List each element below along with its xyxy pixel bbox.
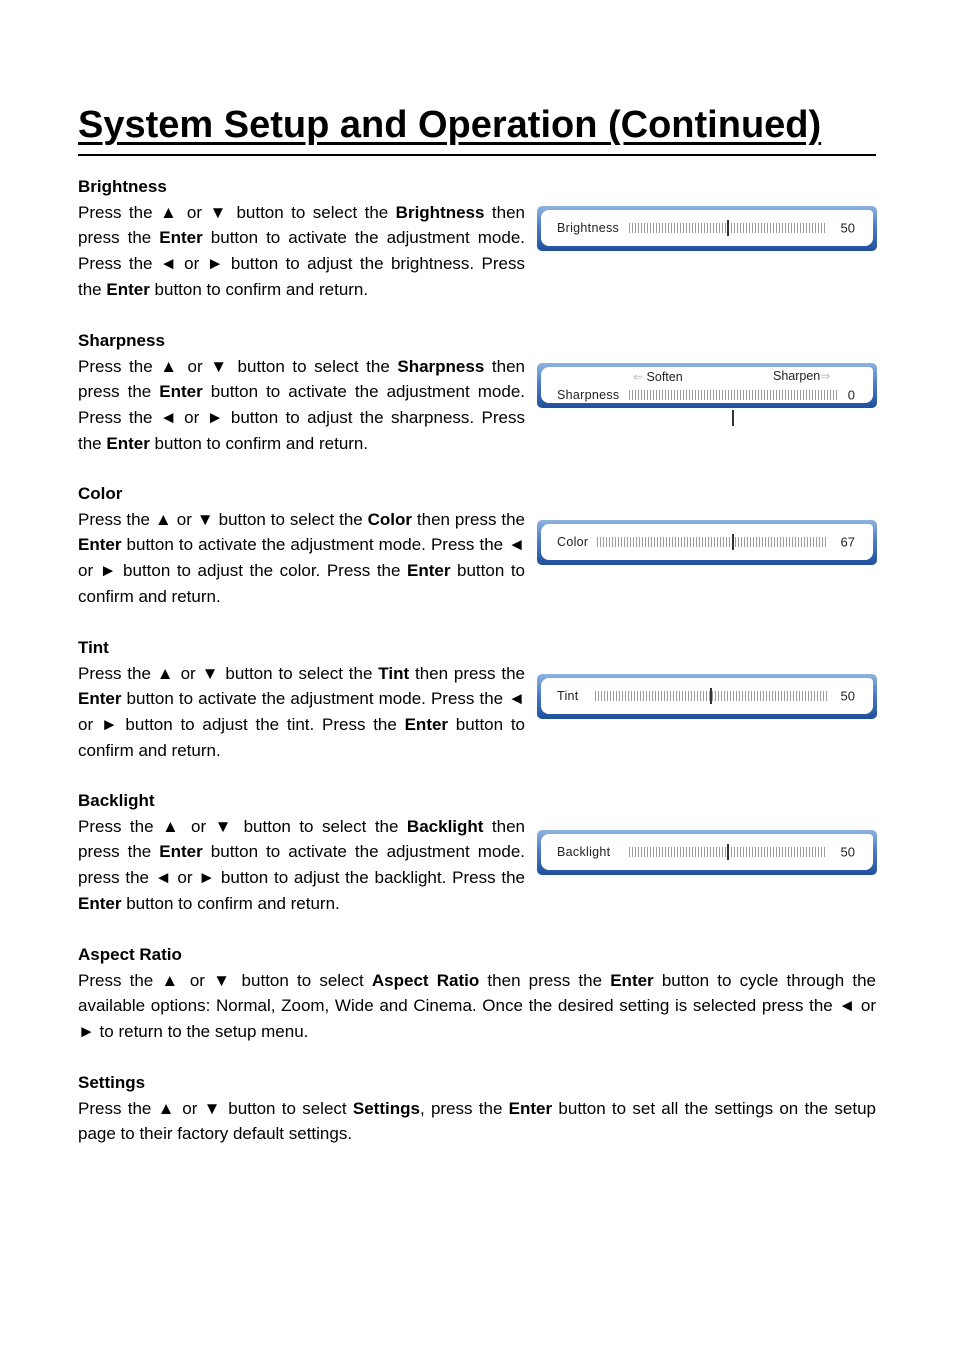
bold-term: Enter — [78, 535, 122, 555]
section-body: Press the ▲ or ▼ button to select the Co… — [78, 509, 525, 606]
slider-thumb[interactable] — [727, 220, 729, 236]
panel-label: Color — [557, 535, 589, 549]
soften-label: Soften — [646, 370, 683, 384]
backlight-osd-panel: Backlight 50 — [537, 830, 877, 875]
section-heading: Tint — [78, 638, 109, 657]
sharpness-osd-panel: ⇐ Soften Sharpen⇒ Sharpness 0 — [537, 363, 877, 426]
panel-inner: Color 67 — [541, 524, 873, 560]
panel-inner: Backlight 50 — [541, 834, 873, 870]
slider-thumb[interactable] — [727, 844, 729, 860]
bold-term: Enter — [106, 279, 150, 299]
slider-track[interactable] — [629, 844, 827, 860]
bold-term: Sharpness — [397, 356, 485, 376]
brightness-osd-panel: Brightness 50 — [537, 206, 877, 251]
section-body: Press the ▲ or ▼ button to select the Sh… — [78, 356, 526, 453]
section-brightness: Brightness Press the ▲ or ▼ button to se… — [78, 174, 525, 303]
bold-term: Enter — [159, 842, 203, 862]
section-heading: Sharpness — [78, 331, 165, 350]
bold-term: Enter — [78, 689, 122, 709]
bold-term: Enter — [106, 433, 150, 453]
bold-term: Aspect Ratio — [371, 970, 480, 990]
bold-term: Backlight — [406, 816, 484, 836]
bold-term: Brightness — [395, 202, 485, 222]
right-arrow-icon: ⇒ — [820, 369, 831, 383]
bold-term: Enter — [610, 970, 654, 990]
slider-thumb[interactable] — [731, 534, 734, 550]
section-body: Press the ▲ or ▼ button to select Settin… — [78, 1098, 876, 1144]
bold-term: Enter — [508, 1098, 553, 1118]
panel-label: Tint — [557, 689, 579, 703]
section-sharpness: Sharpness Press the ▲ or ▼ button to sel… — [78, 328, 525, 457]
bold-term: Enter — [407, 561, 451, 581]
panel-label: Backlight — [557, 845, 611, 859]
slider-thumb[interactable] — [710, 688, 712, 704]
bold-term: Color — [367, 509, 413, 529]
section-body: Press the ▲ or ▼ button to select Aspect… — [78, 970, 876, 1042]
bold-term: Enter — [159, 228, 203, 248]
panel-inner: Tint 50 — [541, 678, 873, 714]
panel-label: Sharpness — [557, 388, 620, 402]
section-heading: Aspect Ratio — [78, 945, 182, 964]
bold-term: Settings — [352, 1098, 420, 1118]
section-color: Color Press the ▲ or ▼ button to select … — [78, 481, 525, 610]
color-osd-panel: Color 67 — [537, 520, 877, 565]
section-aspect-ratio: Aspect Ratio Press the ▲ or ▼ button to … — [78, 942, 876, 1045]
panel-value: 67 — [840, 534, 855, 550]
section-heading: Color — [78, 484, 123, 503]
sharpen-hint: Sharpen⇒ — [773, 369, 830, 383]
section-backlight: Backlight Press the ▲ or ▼ button to sel… — [78, 788, 525, 917]
section-tint: Tint Press the ▲ or ▼ button to select t… — [78, 635, 525, 764]
tint-osd-panel: Tint 50 — [537, 674, 877, 719]
slider-track[interactable] — [629, 390, 837, 426]
bold-term: Enter — [404, 715, 449, 735]
slider-track[interactable] — [629, 220, 827, 236]
sharpen-label: Sharpen — [773, 369, 821, 383]
panel-inner: ⇐ Soften Sharpen⇒ Sharpness 0 — [541, 367, 873, 426]
section-body: Press the ▲ or ▼ button to select the Ba… — [78, 816, 526, 913]
section-heading: Backlight — [78, 791, 155, 810]
panel-label: Brightness — [557, 221, 620, 235]
slider-track[interactable] — [597, 534, 827, 550]
bold-term: Enter — [159, 382, 203, 402]
bold-term: Tint — [378, 663, 410, 683]
section-body: Press the ▲ or ▼ button to select the Br… — [78, 202, 526, 299]
section-body: Press the ▲ or ▼ button to select the Ti… — [78, 663, 525, 760]
section-heading: Brightness — [78, 177, 167, 196]
panel-value: 0 — [847, 387, 855, 403]
section-settings: Settings Press the ▲ or ▼ button to sele… — [78, 1070, 876, 1147]
page-title: System Setup and Operation (Continued) — [78, 100, 876, 156]
soften-hint: ⇐ Soften — [633, 370, 683, 384]
section-heading: Settings — [78, 1073, 146, 1092]
panel-value: 50 — [840, 220, 855, 236]
panel-value: 50 — [840, 844, 855, 860]
left-arrow-icon: ⇐ — [633, 370, 644, 384]
slider-track[interactable] — [595, 688, 827, 704]
panel-inner: Brightness 50 — [541, 210, 873, 246]
panel-value: 50 — [840, 688, 855, 704]
bold-term: Enter — [78, 893, 122, 913]
slider-thumb[interactable] — [732, 410, 734, 426]
